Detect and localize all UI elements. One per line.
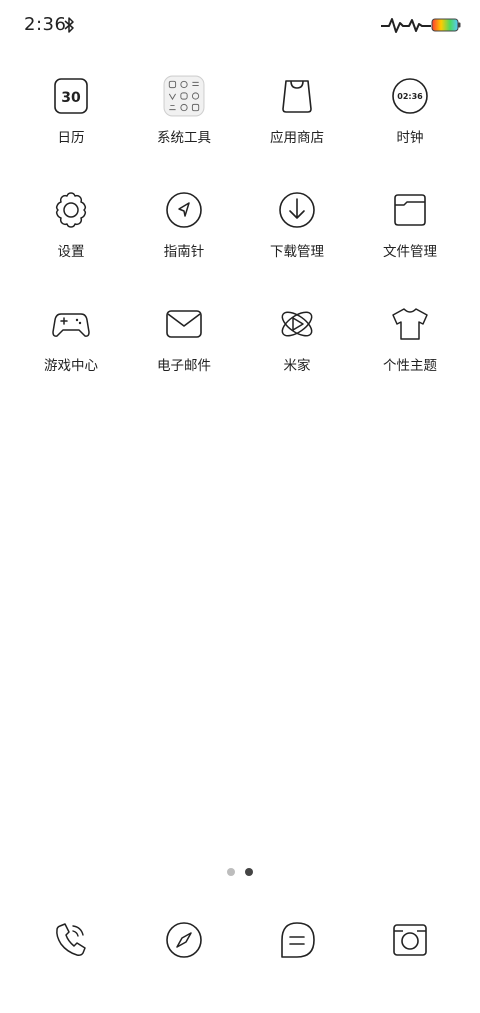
page-dot[interactable] (227, 868, 235, 876)
browser-compass-icon (166, 922, 202, 958)
app-label: 系统工具 (157, 130, 211, 146)
app-label: 指南针 (163, 244, 205, 260)
download-icon (279, 192, 315, 228)
folder-icon (394, 194, 426, 226)
status-bar: 2:36 (0, 0, 480, 52)
phone-icon (56, 923, 86, 956)
app-row: 游戏中心 电子邮件 米家 个性主题 (0, 298, 480, 412)
dock (0, 918, 480, 962)
gamepad-icon (52, 313, 90, 337)
app-label: 游戏中心 (44, 358, 98, 374)
clock-time: 02:36 (397, 92, 423, 101)
app-game-center[interactable]: 游戏中心 (21, 298, 121, 388)
app-label: 时钟 (396, 130, 424, 146)
calendar-day: 30 (61, 90, 81, 106)
mijia-icon (281, 311, 313, 337)
app-grid: 30 日历 系统工具 应用商店 02:36 时钟 设置 指南针 下载管理 文件管… (0, 70, 480, 412)
tshirt-theme-icon (392, 308, 428, 340)
app-file-manager[interactable]: 文件管理 (360, 184, 460, 274)
dock-camera[interactable] (390, 918, 430, 962)
heartbeat-signal-icon (381, 18, 431, 33)
app-label: 设置 (57, 244, 85, 260)
battery-icon (431, 18, 461, 32)
page-indicator (0, 868, 480, 878)
app-downloads[interactable]: 下载管理 (247, 184, 347, 274)
app-label: 米家 (283, 358, 311, 374)
app-label: 文件管理 (383, 244, 437, 260)
gear-icon (55, 192, 87, 228)
app-label: 日历 (57, 130, 85, 146)
app-label: 电子邮件 (157, 358, 211, 374)
clock-icon: 02:36 (392, 78, 428, 114)
dock-phone[interactable] (51, 918, 91, 962)
compass-icon (166, 192, 202, 228)
mail-icon (166, 310, 202, 338)
app-mijia[interactable]: 米家 (247, 298, 347, 388)
dock-messages[interactable] (277, 918, 317, 962)
messages-icon (281, 922, 315, 958)
app-clock[interactable]: 02:36 时钟 (360, 70, 460, 160)
page-dot-active[interactable] (245, 868, 253, 876)
app-label: 应用商店 (270, 130, 324, 146)
app-themes[interactable]: 个性主题 (360, 298, 460, 388)
app-settings[interactable]: 设置 (21, 184, 121, 274)
app-system-tools[interactable]: 系统工具 (134, 70, 234, 160)
app-label: 个性主题 (383, 358, 437, 374)
app-row: 设置 指南针 下载管理 文件管理 (0, 184, 480, 298)
app-app-store[interactable]: 应用商店 (247, 70, 347, 160)
app-store-bag-icon (282, 80, 312, 113)
system-tools-folder-icon (163, 75, 205, 117)
app-calendar[interactable]: 30 日历 (21, 70, 121, 160)
dock-browser[interactable] (164, 918, 204, 962)
bluetooth-icon (64, 17, 74, 33)
camera-icon (393, 924, 427, 956)
app-row: 30 日历 系统工具 应用商店 02:36 时钟 (0, 70, 480, 184)
app-email[interactable]: 电子邮件 (134, 298, 234, 388)
app-label: 下载管理 (270, 244, 324, 260)
status-time: 2:36 (24, 14, 67, 35)
calendar-icon: 30 (54, 78, 88, 114)
app-compass[interactable]: 指南针 (134, 184, 234, 274)
